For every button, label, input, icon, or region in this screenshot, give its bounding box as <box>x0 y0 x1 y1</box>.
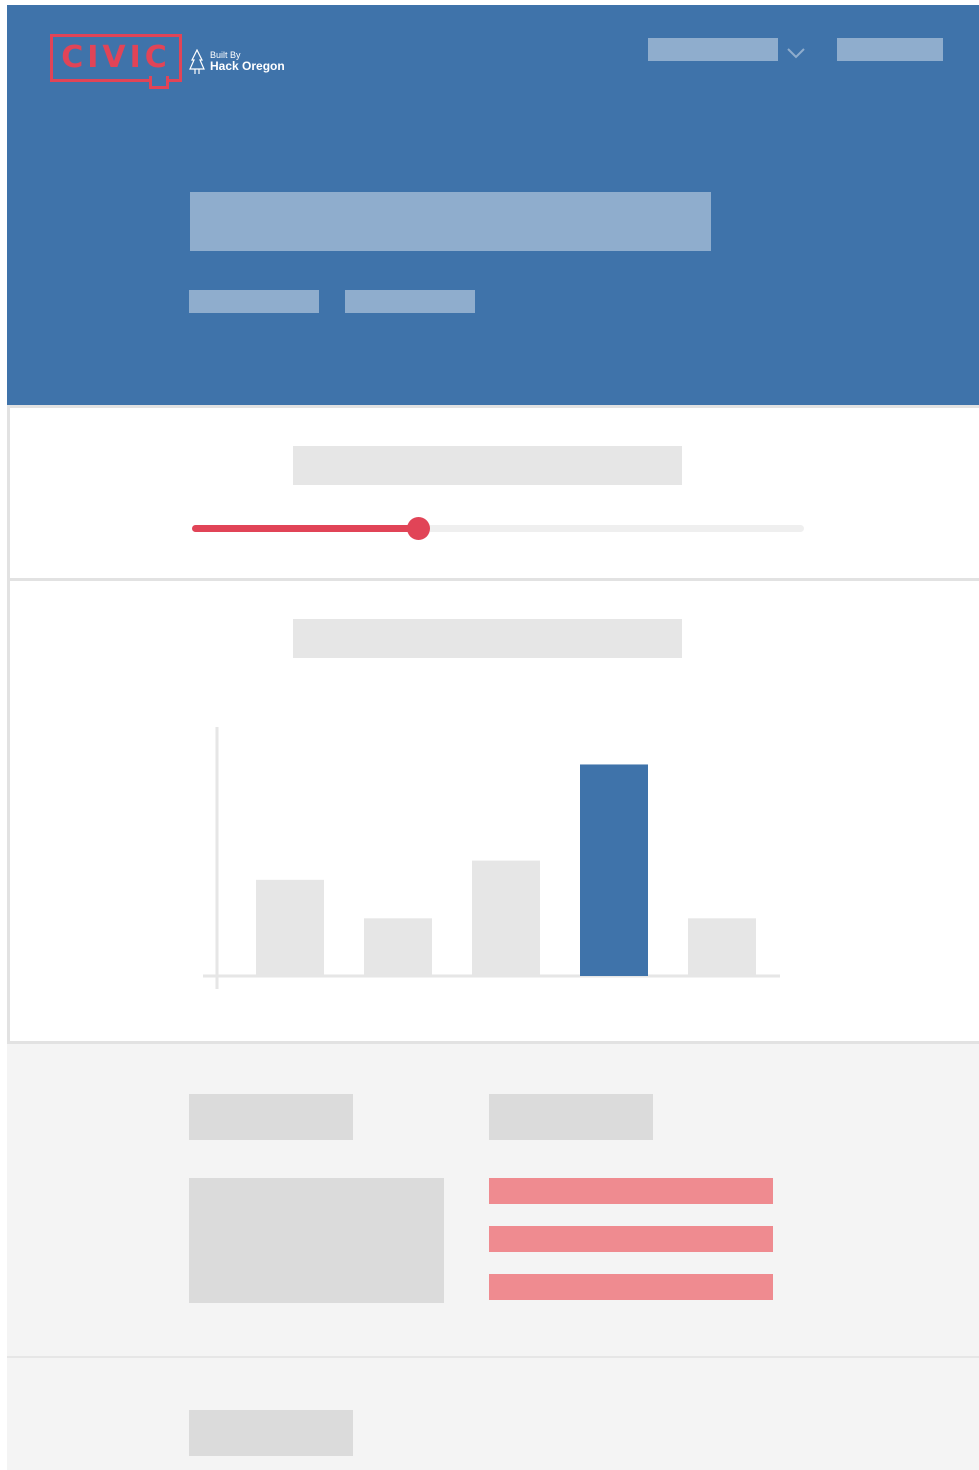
chevron-down-icon[interactable] <box>786 46 806 60</box>
footer-divider <box>7 1356 979 1358</box>
tag-placeholder[interactable] <box>345 290 475 313</box>
footer-heading-placeholder <box>489 1094 653 1140</box>
chart-bar <box>256 879 324 976</box>
logo-text: CIVIC <box>61 40 171 75</box>
chart-title-placeholder <box>293 619 682 658</box>
hero-banner: CIVIC Built By Hack Oregon <box>7 5 979 405</box>
footer-bottom-placeholder <box>189 1410 353 1456</box>
range-slider-fill <box>192 525 419 532</box>
chart-bar <box>472 860 540 976</box>
bar-chart <box>203 727 780 989</box>
range-slider-track[interactable] <box>192 525 804 532</box>
civic-logo[interactable]: CIVIC <box>50 34 182 89</box>
org-name: Hack Oregon <box>210 59 285 74</box>
footer-heading-placeholder <box>189 1094 353 1140</box>
tree-icon <box>189 49 205 74</box>
chart-bar <box>580 764 648 976</box>
footer-link-placeholder[interactable] <box>489 1274 773 1300</box>
slider-section <box>7 405 979 581</box>
slider-title-placeholder <box>293 446 682 485</box>
chart-bar <box>688 918 756 976</box>
nav-menu-placeholder[interactable] <box>648 38 778 61</box>
footer-link-placeholder[interactable] <box>489 1178 773 1204</box>
nav-link-placeholder[interactable] <box>837 38 943 61</box>
footer-link-placeholder[interactable] <box>489 1226 773 1252</box>
footer-image-placeholder <box>189 1178 444 1303</box>
tag-placeholder[interactable] <box>189 290 319 313</box>
page-title-placeholder <box>190 192 711 251</box>
chart-bar <box>364 918 432 976</box>
range-slider-thumb[interactable] <box>406 517 430 540</box>
built-by-hack-oregon[interactable]: Built By Hack Oregon <box>189 49 285 75</box>
